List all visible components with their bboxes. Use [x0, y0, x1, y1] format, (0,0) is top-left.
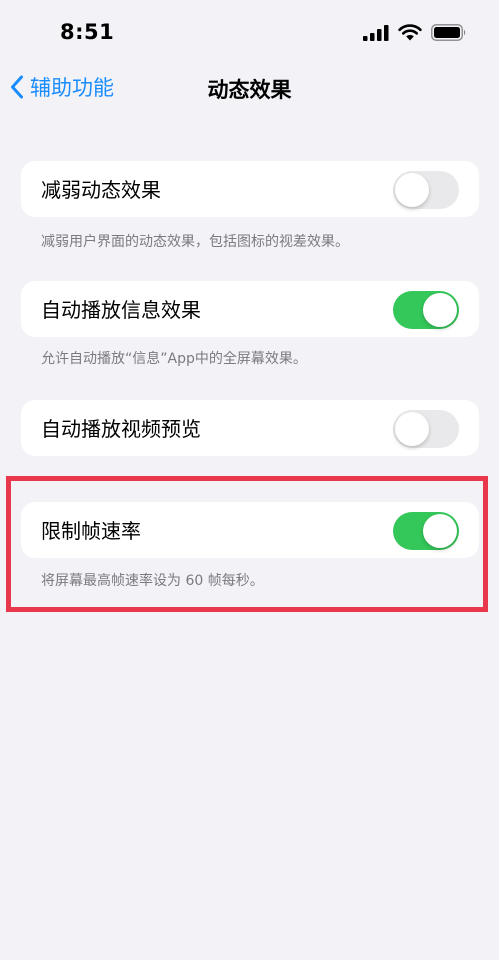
- auto-play-video-previews-toggle[interactable]: [393, 410, 459, 448]
- setting-label: 自动播放视频预览: [41, 417, 201, 441]
- setting-label: 减弱动态效果: [41, 178, 161, 202]
- setting-row-reduce-motion: 减弱动态效果: [21, 161, 479, 217]
- navigation-bar: 辅助功能 动态效果: [0, 66, 499, 114]
- setting-row-auto-play-message-effects: 自动播放信息效果: [21, 281, 479, 337]
- auto-play-message-effects-toggle[interactable]: [393, 291, 459, 329]
- setting-footnote: 减弱用户界面的动态效果，包括图标的视差效果。: [41, 234, 349, 250]
- status-icons: [363, 24, 467, 41]
- highlight-box: [6, 476, 488, 612]
- status-bar: 8:51: [0, 0, 499, 66]
- status-time: 8:51: [60, 20, 115, 44]
- cellular-signal-icon: [363, 24, 389, 41]
- battery-icon: [431, 24, 466, 41]
- setting-row-auto-play-video-previews: 自动播放视频预览: [21, 400, 479, 456]
- setting-label: 自动播放信息效果: [41, 298, 201, 322]
- wifi-icon: [398, 24, 422, 41]
- page-title: 动态效果: [207, 78, 292, 102]
- setting-footnote: 允许自动播放“信息”App中的全屏幕效果。: [41, 351, 307, 367]
- reduce-motion-toggle[interactable]: [393, 171, 459, 209]
- toggle-knob: [423, 293, 457, 327]
- toggle-knob: [395, 173, 429, 207]
- toggle-knob: [395, 412, 429, 446]
